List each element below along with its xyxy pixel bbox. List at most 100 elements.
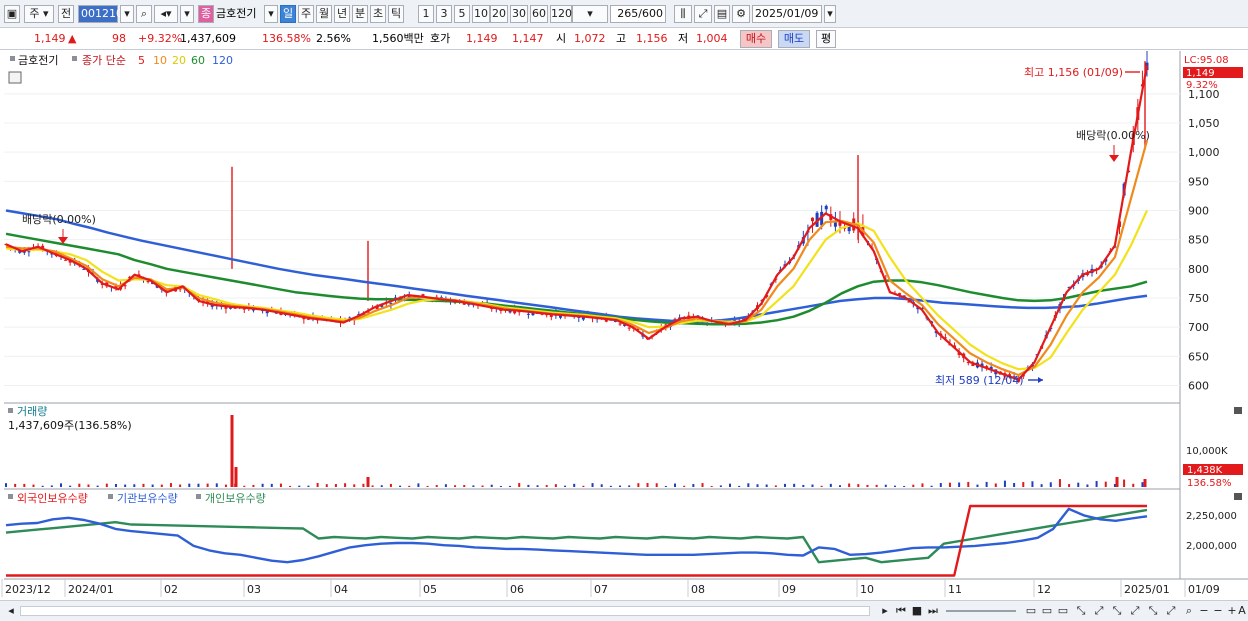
time-label: 2024/01 bbox=[68, 583, 114, 596]
legend-stock-name: 금호전기 bbox=[18, 54, 58, 67]
gear-icon[interactable]: ⚙ bbox=[732, 5, 750, 23]
legend-foreign: 외국인보유수량 bbox=[17, 492, 88, 505]
volume-bar bbox=[554, 484, 557, 487]
tool-icon[interactable]: ⤡ bbox=[1110, 603, 1124, 619]
chevron-down-icon[interactable]: ▾ bbox=[120, 5, 134, 23]
volume-bar bbox=[958, 482, 961, 487]
data-count-input[interactable]: 265/600 bbox=[610, 5, 666, 23]
buy-button[interactable]: 매수 bbox=[740, 30, 772, 48]
legend-ma20: 20 bbox=[172, 54, 186, 67]
speaker-icon[interactable]: ◂▾ bbox=[154, 5, 178, 23]
interval-button[interactable]: 120 bbox=[550, 5, 572, 23]
tool-icon[interactable]: ⤢ bbox=[1164, 603, 1178, 619]
interval-button[interactable]: 60 bbox=[530, 5, 548, 23]
scroll-left-icon[interactable]: ◂ bbox=[4, 603, 18, 619]
volume-bar bbox=[279, 483, 282, 487]
interval-button[interactable]: 30 bbox=[510, 5, 528, 23]
zoom-icon[interactable]: ⌕ bbox=[1182, 603, 1196, 619]
chevron-down-icon[interactable]: ▾ bbox=[180, 5, 194, 23]
period-button[interactable]: 일 bbox=[280, 5, 296, 23]
chart-area[interactable]: 1,100 1,050 1,000 950 900 850 800 750 700 650 600 … bbox=[0, 48, 1248, 601]
tool-icon[interactable]: ⤢ bbox=[1128, 603, 1142, 619]
zoom-slider[interactable] bbox=[946, 610, 1016, 612]
chevron-down-icon[interactable]: ▾ bbox=[824, 5, 836, 23]
volume-bar bbox=[1143, 479, 1147, 487]
price-tick: 700 bbox=[1188, 321, 1209, 334]
volume-bar bbox=[729, 483, 732, 487]
period-button[interactable]: 분 bbox=[352, 5, 368, 23]
volume-bar bbox=[23, 483, 26, 487]
current-pct-tag: 9.32% bbox=[1186, 80, 1218, 91]
interval-button[interactable]: 10 bbox=[472, 5, 490, 23]
bottom-bar: ◂ ▸ ⏮ ■ ⏭ ▭ ▭ ▭ ⤡ ⤢ ⤡ ⤢ ⤡ ⤢ ⌕ − − + A bbox=[0, 600, 1248, 621]
time-label: 2023/12 bbox=[5, 583, 51, 596]
chart-settings-icon[interactable]: ▣ bbox=[4, 5, 20, 23]
volume-bar bbox=[829, 483, 832, 487]
volume-bar bbox=[701, 483, 704, 487]
volume-bar bbox=[224, 484, 227, 487]
volume-bar bbox=[509, 485, 512, 487]
period-button[interactable]: 틱 bbox=[388, 5, 404, 23]
price-tick: 800 bbox=[1188, 263, 1209, 276]
tool-icon[interactable]: ⤡ bbox=[1146, 603, 1160, 619]
period-button[interactable]: 초 bbox=[370, 5, 386, 23]
period-button[interactable]: 월 bbox=[316, 5, 332, 23]
sell-button[interactable]: 매도 bbox=[778, 30, 810, 48]
time-label: 05 bbox=[423, 583, 437, 596]
period-button[interactable]: 년 bbox=[334, 5, 350, 23]
period-button[interactable]: 주 bbox=[298, 5, 314, 23]
volume-bar bbox=[59, 483, 62, 487]
stock-code-input[interactable]: 001210 bbox=[78, 5, 123, 23]
legend-ma-title: 종가 단순 bbox=[82, 54, 126, 67]
font-size-icon[interactable]: A bbox=[1236, 603, 1248, 619]
market-select[interactable]: 주 ▾ bbox=[24, 5, 54, 23]
layout-icon[interactable]: ▭ bbox=[1056, 603, 1070, 619]
low-annotation: 최저 589 (12/04) bbox=[935, 374, 1024, 387]
layout-icon[interactable]: ▭ bbox=[1024, 603, 1038, 619]
save-icon[interactable]: ▤ bbox=[714, 5, 730, 23]
volume-bar bbox=[1068, 484, 1071, 487]
price-chart[interactable]: 1,1001,0501,000950900850800750700650600 … bbox=[0, 48, 1248, 601]
minus-icon[interactable]: − bbox=[1212, 603, 1224, 619]
fast-forward-icon[interactable]: ⏭ bbox=[926, 603, 940, 619]
legend-institution: 기관보유수량 bbox=[117, 492, 178, 505]
interval-button[interactable]: 5 bbox=[454, 5, 470, 23]
volume-bar bbox=[261, 483, 264, 487]
volume-bar bbox=[1040, 484, 1043, 487]
time-label: 10 bbox=[860, 583, 874, 596]
time-label: 08 bbox=[691, 583, 705, 596]
tool-icon[interactable]: ⤡ bbox=[1074, 603, 1088, 619]
volume-bar bbox=[985, 481, 988, 487]
panel-close-icon[interactable] bbox=[1234, 493, 1242, 500]
interval-button[interactable]: 20 bbox=[490, 5, 508, 23]
candle-icon[interactable]: ⫼ bbox=[674, 5, 692, 23]
volume-bar bbox=[1132, 483, 1135, 487]
date-input[interactable]: 2025/01/09 bbox=[752, 5, 822, 23]
interval-custom-select[interactable]: ▾ bbox=[572, 5, 608, 23]
stop-icon[interactable]: ■ bbox=[910, 603, 924, 619]
scrollbar-track[interactable] bbox=[20, 606, 870, 616]
legend-square-icon bbox=[8, 494, 13, 499]
scroll-right-icon[interactable]: ▸ bbox=[878, 603, 892, 619]
line-tool-icon[interactable]: ⤢ bbox=[694, 5, 712, 23]
volume-bar bbox=[619, 485, 622, 487]
volume-bar bbox=[820, 485, 823, 487]
volume-info: 1,437,609주(136.58%) bbox=[8, 419, 132, 432]
tool-icon[interactable]: ⤢ bbox=[1092, 603, 1106, 619]
volume-bar bbox=[527, 484, 530, 487]
zoom-out-icon[interactable]: − bbox=[1198, 603, 1210, 619]
legend-square-icon bbox=[108, 494, 113, 499]
volume-bar bbox=[875, 484, 878, 487]
prev-button[interactable]: 전 bbox=[58, 5, 74, 23]
high-price: 1,156 bbox=[636, 32, 668, 45]
interval-button[interactable]: 3 bbox=[436, 5, 452, 23]
panel-close-icon[interactable] bbox=[1234, 407, 1242, 414]
rewind-icon[interactable]: ⏮ bbox=[894, 603, 908, 619]
avg-button[interactable]: 평 bbox=[816, 30, 836, 48]
layout-icon[interactable]: ▭ bbox=[1040, 603, 1054, 619]
chevron-down-icon[interactable]: ▾ bbox=[264, 5, 278, 23]
search-icon[interactable]: ⌕ bbox=[136, 5, 152, 23]
volume-bar bbox=[206, 483, 209, 487]
interval-button[interactable]: 1 bbox=[418, 5, 434, 23]
volume-bar bbox=[417, 483, 420, 487]
